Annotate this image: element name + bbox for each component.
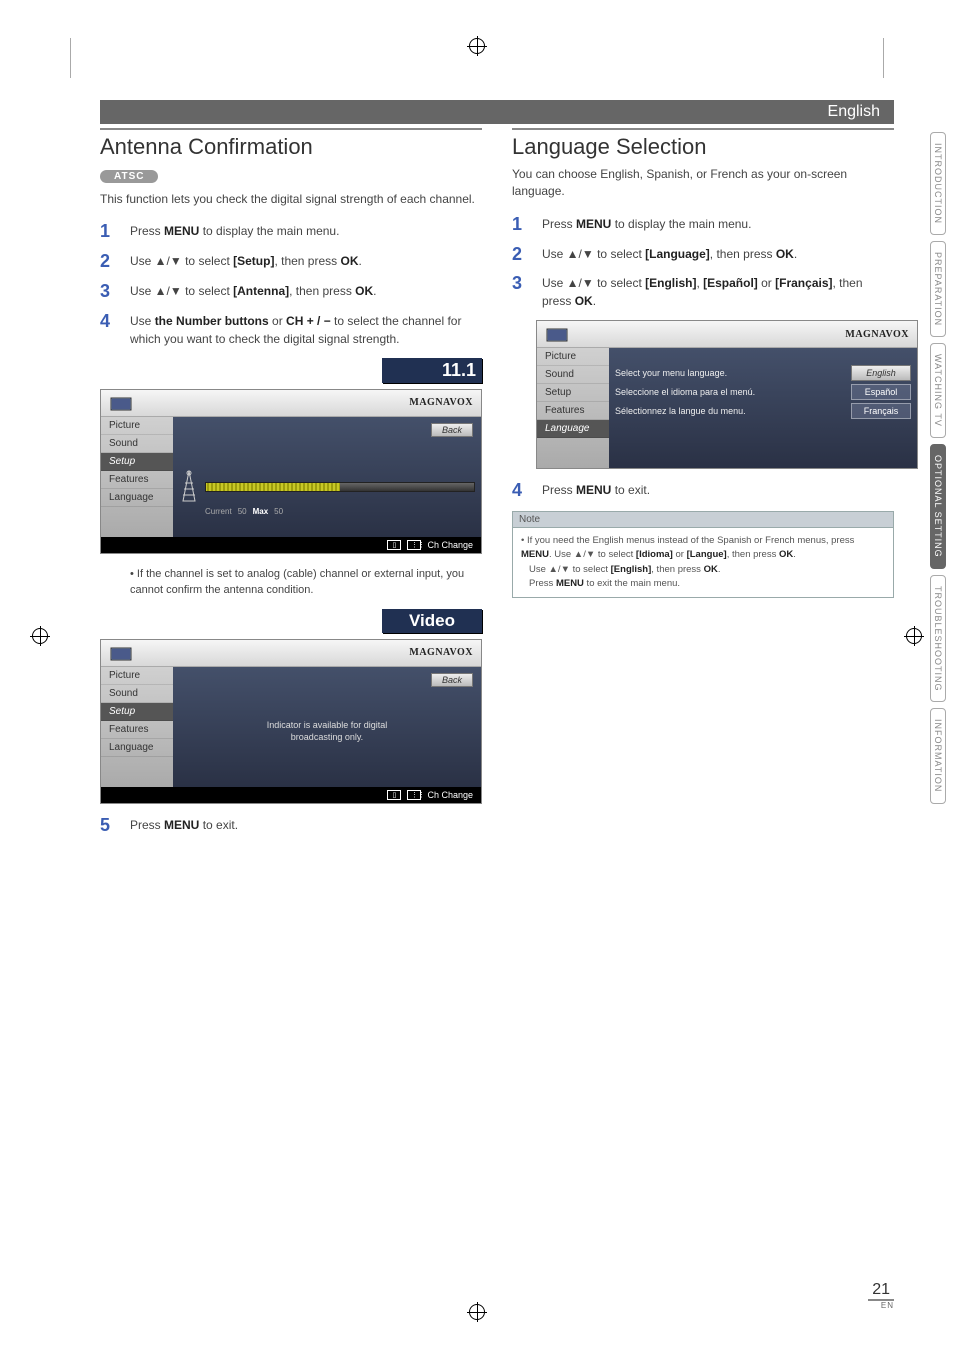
osd-menu-item: Features xyxy=(101,471,173,489)
step-text: Press MENU to display the main menu. xyxy=(542,215,751,235)
channel-indicator: 11.1 xyxy=(382,358,482,383)
antenna-tower-icon xyxy=(179,469,199,505)
tab-information[interactable]: INFORMATION xyxy=(930,708,946,803)
registration-mark-icon xyxy=(32,628,48,644)
note-header: Note xyxy=(513,512,893,528)
tab-introduction[interactable]: INTRODUCTION xyxy=(930,132,946,235)
crop-line xyxy=(70,38,71,78)
step-text: Use ▲/▼ to select [English], [Español] o… xyxy=(542,274,894,310)
osd-menu-item: Sound xyxy=(537,366,609,384)
step-number: 2 xyxy=(100,252,116,272)
keypad-icon: ⋮⋮⋮ xyxy=(407,540,421,550)
section-tabs: INTRODUCTION PREPARATION WATCHING TV OPT… xyxy=(930,132,946,804)
language-header: English xyxy=(100,100,894,124)
registration-mark-icon xyxy=(906,628,922,644)
osd-menu-item: Language xyxy=(101,489,173,507)
digital-msg-line: broadcasting only. xyxy=(195,731,459,744)
page-number: 21 EN xyxy=(868,1281,894,1310)
osd-sidebar: Picture Sound Setup Features Language xyxy=(537,348,609,468)
max-value: 50 xyxy=(274,507,283,516)
lang-option: Français xyxy=(851,403,911,419)
note-box: Note • If you need the English menus ins… xyxy=(512,511,894,598)
tv-icon xyxy=(109,644,133,662)
osd-footer-text: Ch Change xyxy=(427,540,473,550)
step-number: 4 xyxy=(100,312,116,348)
step-text: Press MENU to exit. xyxy=(130,816,238,836)
step-text: Use ▲/▼ to select [Setup], then press OK… xyxy=(130,252,362,272)
osd-menu-item-selected: Language xyxy=(537,420,609,438)
language-steps: 1 Press MENU to display the main menu. 2… xyxy=(512,215,894,311)
osd-menu-item: Sound xyxy=(101,435,173,453)
osd-menu-item: Picture xyxy=(101,667,173,685)
osd-menu-item: Sound xyxy=(101,685,173,703)
lang-prompt: Select your menu language. xyxy=(615,368,851,378)
antenna-steps: 1 Press MENU to display the main menu. 2… xyxy=(100,222,482,347)
language-intro: You can choose English, Spanish, or Fren… xyxy=(512,166,894,201)
tab-optional-setting[interactable]: OPTIONAL SETTING xyxy=(930,444,946,569)
max-label: Max xyxy=(253,507,269,516)
signal-bar xyxy=(205,482,475,492)
step-number: 3 xyxy=(100,282,116,302)
osd-menu-item: Setup xyxy=(537,384,609,402)
step-text: Use ▲/▼ to select [Antenna], then press … xyxy=(130,282,377,302)
brand-logo: MAGNAVOX xyxy=(409,647,473,658)
digital-msg-line: Indicator is available for digital xyxy=(195,719,459,732)
lang-option: Español xyxy=(851,384,911,400)
tv-icon xyxy=(109,394,133,412)
current-value: 50 xyxy=(238,507,247,516)
tab-watching-tv[interactable]: WATCHING TV xyxy=(930,343,946,438)
registration-mark-icon xyxy=(469,38,485,54)
step-number: 5 xyxy=(100,816,116,836)
step-text: Press MENU to display the main menu. xyxy=(130,222,339,242)
osd-antenna-signal: MAGNAVOX Picture Sound Setup Features La… xyxy=(100,389,482,554)
step-text: Use the Number buttons or CH + / − to se… xyxy=(130,312,482,348)
osd-menu-item-selected: Setup xyxy=(101,703,173,721)
step-text: Press MENU to exit. xyxy=(542,481,650,501)
tv-icon xyxy=(545,325,569,343)
osd-digital-only: MAGNAVOX Picture Sound Setup Features La… xyxy=(100,639,482,804)
osd-menu-item: Picture xyxy=(537,348,609,366)
antenna-intro: This function lets you check the digital… xyxy=(100,191,482,208)
brand-logo: MAGNAVOX xyxy=(409,397,473,408)
osd-menu-item-selected: Setup xyxy=(101,453,173,471)
lang-prompt: Seleccione el idioma para el menú. xyxy=(615,387,851,397)
remote-icon: ▯ xyxy=(387,790,401,800)
lang-prompt: Sélectionnez la langue du menu. xyxy=(615,406,851,416)
tab-preparation[interactable]: PREPARATION xyxy=(930,241,946,337)
step-text: Use ▲/▼ to select [Language], then press… xyxy=(542,245,797,265)
step-number: 2 xyxy=(512,245,528,265)
osd-menu-item: Language xyxy=(101,739,173,757)
step-number: 1 xyxy=(512,215,528,235)
atsc-badge: ATSC xyxy=(100,170,158,183)
osd-sidebar: Picture Sound Setup Features Language xyxy=(101,667,173,787)
current-label: Current xyxy=(205,507,232,516)
osd-menu-item: Features xyxy=(101,721,173,739)
osd-back-button: Back xyxy=(431,673,473,687)
osd-menu-item: Features xyxy=(537,402,609,420)
step-number: 4 xyxy=(512,481,528,501)
crop-line xyxy=(883,38,884,78)
lang-option-selected: English xyxy=(851,365,911,381)
osd-sidebar: Picture Sound Setup Features Language xyxy=(101,417,173,537)
osd-menu-item: Picture xyxy=(101,417,173,435)
language-title: Language Selection xyxy=(512,128,894,160)
tab-troubleshooting[interactable]: TROUBLESHOOTING xyxy=(930,575,946,703)
step-number: 3 xyxy=(512,274,528,310)
brand-logo: MAGNAVOX xyxy=(845,329,909,340)
keypad-icon: ⋮⋮⋮ xyxy=(407,790,421,800)
osd-back-button: Back xyxy=(431,423,473,437)
antenna-title: Antenna Confirmation xyxy=(100,128,482,160)
video-indicator: Video xyxy=(382,609,482,633)
remote-icon: ▯ xyxy=(387,540,401,550)
note-body: • If you need the English menus instead … xyxy=(513,528,893,597)
step-number: 1 xyxy=(100,222,116,242)
osd-footer-text: Ch Change xyxy=(427,790,473,800)
analog-note: If the channel is set to analog (cable) … xyxy=(130,566,482,599)
osd-language: MAGNAVOX Picture Sound Setup Features La… xyxy=(536,320,918,469)
